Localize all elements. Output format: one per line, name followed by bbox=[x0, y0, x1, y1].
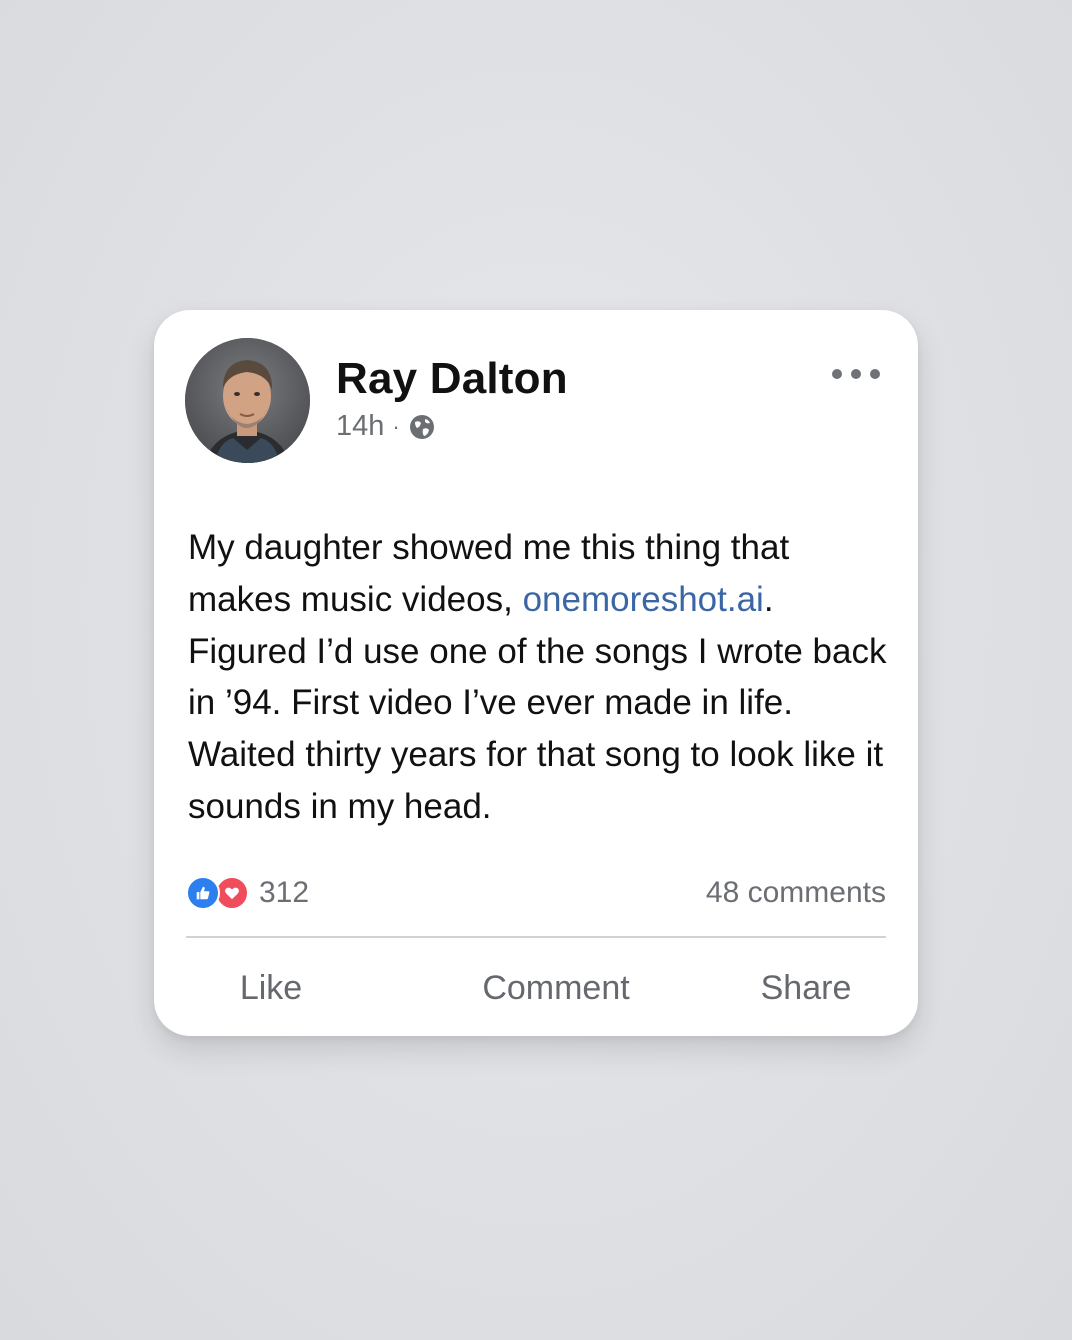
comment-button[interactable]: Comment bbox=[436, 969, 676, 1008]
avatar-portrait-image bbox=[185, 338, 310, 463]
avatar[interactable] bbox=[185, 338, 310, 463]
meta-separator: · bbox=[392, 413, 400, 439]
post-text: My daughter showed me this thing that ma… bbox=[188, 522, 888, 833]
divider bbox=[186, 936, 886, 938]
share-button[interactable]: Share bbox=[726, 969, 886, 1008]
reaction-icons bbox=[186, 876, 249, 910]
post-stats: 312 48 comments bbox=[186, 872, 886, 914]
love-reaction-icon bbox=[215, 876, 249, 910]
post-link[interactable]: onemoreshot.ai bbox=[523, 580, 764, 619]
post-timestamp[interactable]: 14h bbox=[336, 410, 384, 443]
reaction-count: 312 bbox=[259, 876, 310, 909]
author-name[interactable]: Ray Dalton bbox=[336, 354, 568, 404]
like-reaction-icon bbox=[186, 876, 220, 910]
post-card: Ray Dalton 14h · My daughter showed me t… bbox=[154, 310, 918, 1036]
reactions-summary[interactable]: 312 bbox=[186, 876, 309, 910]
more-dot bbox=[870, 369, 880, 379]
more-options-icon[interactable] bbox=[832, 362, 880, 386]
more-dot bbox=[832, 369, 842, 379]
post-actions: Like Comment Share bbox=[186, 960, 886, 1016]
more-dot bbox=[851, 369, 861, 379]
comments-count[interactable]: 48 comments bbox=[706, 876, 886, 910]
post-meta: 14h · bbox=[336, 410, 436, 443]
like-button[interactable]: Like bbox=[186, 969, 356, 1008]
globe-icon[interactable] bbox=[408, 413, 436, 441]
